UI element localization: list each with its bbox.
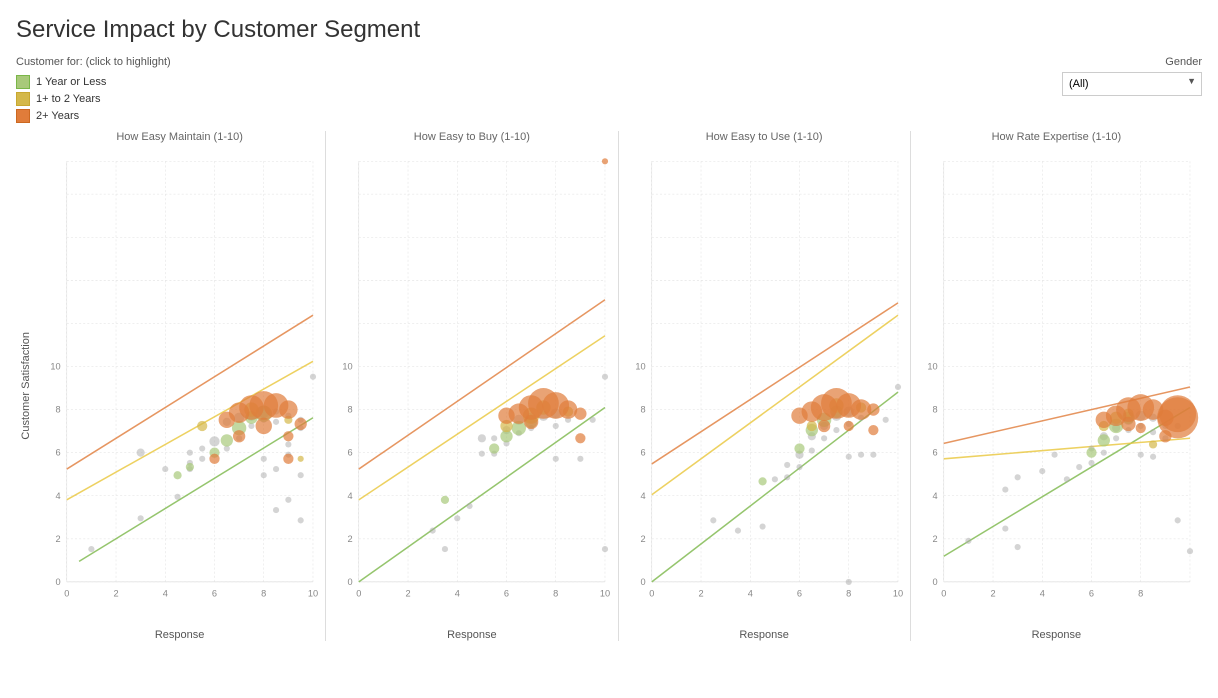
svg-text:8: 8	[846, 588, 851, 598]
chart-title-use: How Easy to Use (1-10)	[621, 131, 908, 143]
legend: Customer for: (click to highlight) 1 Yea…	[16, 56, 171, 123]
svg-text:0: 0	[356, 588, 361, 598]
svg-text:6: 6	[932, 448, 937, 458]
svg-text:10: 10	[308, 588, 318, 598]
chart-title-buy: How Easy to Buy (1-10)	[328, 131, 615, 143]
y-axis-label: Customer Satisfaction	[16, 332, 32, 440]
svg-text:6: 6	[348, 448, 353, 458]
svg-text:2: 2	[55, 534, 60, 544]
svg-text:6: 6	[796, 588, 801, 598]
legend-swatch-yellow	[16, 92, 30, 106]
svg-text:6: 6	[212, 588, 217, 598]
svg-text:0: 0	[55, 577, 60, 587]
svg-text:2: 2	[640, 534, 645, 544]
legend-swatch-orange	[16, 109, 30, 123]
x-axis-label-buy: Response	[328, 629, 615, 641]
svg-text:0: 0	[348, 577, 353, 587]
legend-item-orange[interactable]: 2+ Years	[16, 109, 171, 123]
svg-text:2: 2	[406, 588, 411, 598]
svg-text:8: 8	[1138, 588, 1143, 598]
svg-text:10: 10	[927, 362, 937, 372]
chart-panel-expertise: How Rate Expertise (1-10)	[910, 131, 1202, 641]
legend-label-green: 1 Year or Less	[36, 76, 106, 88]
svg-text:2: 2	[113, 588, 118, 598]
svg-text:4: 4	[747, 588, 752, 598]
chart-svg-use: 0 2 4 6 8 10 0 2 4 6 8 10	[621, 147, 908, 627]
chart-title-expertise: How Rate Expertise (1-10)	[913, 131, 1200, 143]
svg-text:8: 8	[261, 588, 266, 598]
svg-text:2: 2	[932, 534, 937, 544]
svg-text:4: 4	[348, 491, 353, 501]
filter-section: Gender (All) Male Female	[1062, 56, 1202, 96]
svg-text:0: 0	[941, 588, 946, 598]
svg-text:8: 8	[932, 405, 937, 415]
charts-container: How Easy Maintain (1-10)	[34, 131, 1202, 641]
svg-text:8: 8	[553, 588, 558, 598]
page-title: Service Impact by Customer Segment	[16, 16, 1202, 44]
filter-label: Gender	[1165, 56, 1202, 68]
legend-title: Customer for: (click to highlight)	[16, 56, 171, 68]
svg-text:6: 6	[1089, 588, 1094, 598]
chart-svg-buy: 0 2 4 6 8 10 0 2 4 6 8 10	[328, 147, 615, 627]
svg-text:6: 6	[504, 588, 509, 598]
chart-panel-maintain: How Easy Maintain (1-10)	[34, 131, 325, 641]
legend-swatch-green	[16, 75, 30, 89]
svg-text:10: 10	[600, 588, 610, 598]
legend-item-green[interactable]: 1 Year or Less	[16, 75, 171, 89]
svg-text:4: 4	[163, 588, 168, 598]
chart-panel-use: How Easy to Use (1-10)	[618, 131, 910, 641]
svg-text:2: 2	[698, 588, 703, 598]
svg-text:8: 8	[640, 405, 645, 415]
svg-text:6: 6	[55, 448, 60, 458]
legend-label-orange: 2+ Years	[36, 110, 79, 122]
svg-text:10: 10	[635, 362, 645, 372]
chart-title-maintain: How Easy Maintain (1-10)	[36, 131, 323, 143]
svg-text:4: 4	[640, 491, 645, 501]
x-axis-label-use: Response	[621, 629, 908, 641]
legend-label-yellow: 1+ to 2 Years	[36, 93, 101, 105]
svg-text:8: 8	[55, 405, 60, 415]
legend-item-yellow[interactable]: 1+ to 2 Years	[16, 92, 171, 106]
svg-text:8: 8	[348, 405, 353, 415]
svg-text:6: 6	[640, 448, 645, 458]
chart-svg-expertise: 0 2 4 6 8 10 0 2 4 6 8	[913, 147, 1200, 627]
gender-filter[interactable]: (All) Male Female	[1062, 72, 1202, 96]
chart-svg-maintain: 0 2 4 6 8 10 0 2 4 6 8 10	[36, 147, 323, 627]
svg-text:0: 0	[649, 588, 654, 598]
svg-text:10: 10	[892, 588, 902, 598]
svg-text:10: 10	[50, 362, 60, 372]
chart-panel-buy: How Easy to Buy (1-10)	[325, 131, 617, 641]
svg-text:0: 0	[64, 588, 69, 598]
filter-select-wrapper[interactable]: (All) Male Female	[1062, 72, 1202, 96]
svg-text:0: 0	[932, 577, 937, 587]
svg-text:4: 4	[1039, 588, 1044, 598]
svg-text:4: 4	[455, 588, 460, 598]
charts-area: Customer Satisfaction How Easy Maintain …	[16, 131, 1202, 641]
x-axis-label-expertise: Response	[913, 629, 1200, 641]
svg-text:10: 10	[343, 362, 353, 372]
svg-text:2: 2	[348, 534, 353, 544]
x-axis-label-maintain: Response	[36, 629, 323, 641]
svg-text:4: 4	[55, 491, 60, 501]
svg-text:2: 2	[990, 588, 995, 598]
svg-text:4: 4	[932, 491, 937, 501]
svg-text:0: 0	[640, 577, 645, 587]
